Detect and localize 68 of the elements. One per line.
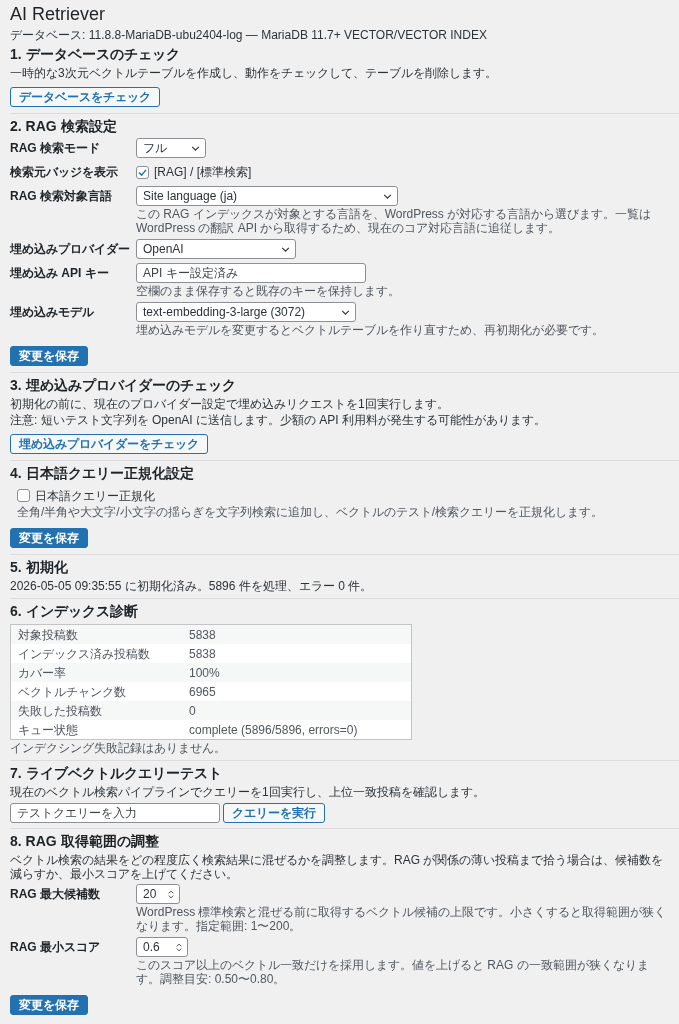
table-cell-text: ベクトルチャンク数 bbox=[17, 684, 127, 699]
spinner-icon[interactable] bbox=[168, 889, 174, 899]
save-button[interactable]: 変更を保存 bbox=[10, 528, 88, 548]
checkmark-icon bbox=[138, 168, 147, 176]
caret-icon bbox=[383, 193, 392, 199]
check-button[interactable]: 埋め込みプロバイダーをチェック bbox=[10, 434, 208, 454]
check-button[interactable]: データベースをチェック bbox=[10, 87, 160, 107]
checkbox-label[interactable]: [RAG] / [標準検索] bbox=[154, 165, 252, 179]
caret-icon bbox=[281, 246, 290, 252]
field-label: RAG 検索モード bbox=[10, 140, 101, 155]
checkbox[interactable] bbox=[136, 165, 149, 179]
section-heading: 1. データベースのチェック bbox=[10, 46, 181, 63]
section-description: 現在のベクトル検索パイプラインでクエリーを1回実行し、上位一致投稿を確認します。 bbox=[10, 785, 486, 799]
table-cell-text: 5838 bbox=[188, 646, 217, 661]
field-label: 検索元バッジを表示 bbox=[10, 164, 119, 179]
table-cell-text: 対象投稿数 bbox=[17, 627, 79, 642]
help-text: このスコア以上のベクトル一致だけを採用します。値を上げると RAG の一致範囲が狭くなります。調整目安: 0.50〜0.80。 bbox=[136, 958, 650, 986]
save-button[interactable]: 変更を保存 bbox=[10, 346, 88, 366]
field-label: 埋め込み API キー bbox=[10, 265, 110, 280]
select-field[interactable]: Site language (ja) bbox=[136, 186, 398, 206]
table-cell-text: 100% bbox=[188, 665, 221, 680]
table-cell-text: complete (5896/5896, errors=0) bbox=[188, 722, 359, 737]
table-cell-text: インデックス済み投稿数 bbox=[17, 646, 151, 661]
caret-icon bbox=[341, 309, 350, 315]
table-cell-text: 6965 bbox=[188, 684, 217, 699]
table-cell-text: キュー状態 bbox=[17, 722, 79, 737]
run-query-button[interactable]: クエリーを実行 bbox=[223, 803, 325, 823]
section-description: 初期化の前に、現在のプロバイダー設定で埋め込みリクエストを1回実行します。 bbox=[10, 397, 450, 411]
section-description: ベクトル検索の結果をどの程度広く検索結果に混ぜるかを調整します。RAG が関係の薄い投稿まで拾う場合は、候補数を減らすか、最小スコアを上げてください。 bbox=[10, 853, 665, 881]
help-text: 埋め込みモデルを変更するとベクトルテーブルを作り直すため、再初期化が必要です。 bbox=[136, 323, 604, 337]
query-field[interactable]: テストクエリーを入力 bbox=[10, 803, 220, 823]
section-description: 注意: 短いテスト文字列を OpenAI に送信します。少額の API 利用料が発生する可能性があります。 bbox=[10, 413, 548, 427]
page-title: AI Retriever bbox=[10, 4, 107, 25]
section-heading: 8. RAG 取得範囲の調整 bbox=[10, 833, 160, 850]
section-heading: 3. 埋め込みプロバイダーのチェック bbox=[10, 377, 237, 394]
help-text: この RAG インデックスが対象とする言語を、WordPress が対応する言語から選びます。一覧は WordPress の翻訳 API から取得するため、現在のコア対応言語に追従します。 bbox=[136, 207, 653, 235]
database-info: データベース: 11.8.8-MariaDB-ubu2404-log — MariaDB 11.7+ VECTOR/VECTOR INDEX bbox=[10, 28, 488, 42]
section-description: 2026-05-05 09:35:55 に初期化済み。5896 件を処理、エラー 0 件。 bbox=[10, 579, 374, 593]
section-heading: 6. インデックス診断 bbox=[10, 603, 139, 620]
caret-icon bbox=[191, 145, 200, 151]
help-text: 全角/半角や大文字/小文字の揺らぎを文字列検索に追加し、ベクトルのテスト/検索クエリーを正規化します。 bbox=[17, 505, 604, 519]
field-label: RAG 最小スコア bbox=[10, 939, 101, 954]
text-field[interactable]: API キー設定済み bbox=[136, 263, 366, 283]
table-cell-text: 失敗した投稿数 bbox=[17, 703, 103, 718]
spinner-icon[interactable] bbox=[176, 942, 182, 952]
section-heading: 7. ライブベクトルクエリーテスト bbox=[10, 765, 223, 782]
table-cell-text: カバー率 bbox=[17, 665, 67, 680]
help-text: WordPress 標準検索と混ぜる前に取得するベクトル候補の上限です。小さくすると取得範囲が狭くなります。指定範囲: 1〜200。 bbox=[136, 905, 668, 933]
checkbox-label[interactable]: 日本語クエリー正規化 bbox=[35, 488, 155, 503]
table-note: インデクシング失敗記録はありません。 bbox=[10, 741, 227, 755]
help-text: 空欄のまま保存すると既存のキーを保持します。 bbox=[136, 284, 400, 298]
table-cell-text: 0 bbox=[188, 703, 197, 718]
number-field[interactable]: 0.6 bbox=[136, 937, 188, 957]
field-label: RAG 検索対象言語 bbox=[10, 188, 113, 203]
checkbox[interactable] bbox=[17, 489, 30, 502]
field-label: 埋め込みモデル bbox=[10, 304, 95, 319]
field-label: 埋め込みプロバイダー bbox=[10, 241, 131, 256]
select-field[interactable]: text-embedding-3-large (3072) bbox=[136, 302, 356, 322]
section-heading: 4. 日本語クエリー正規化設定 bbox=[10, 465, 195, 482]
section-heading: 5. 初期化 bbox=[10, 559, 69, 576]
save-button[interactable]: 変更を保存 bbox=[10, 995, 88, 1015]
table-cell-text: 5838 bbox=[188, 627, 217, 642]
number-field[interactable]: 20 bbox=[136, 884, 180, 904]
select-field[interactable]: フル bbox=[136, 138, 206, 158]
section-description: 一時的な3次元ベクトルテーブルを作成し、動作をチェックして、テーブルを削除します。 bbox=[10, 66, 498, 80]
select-field[interactable]: OpenAI bbox=[136, 239, 296, 259]
field-label: RAG 最大候補数 bbox=[10, 886, 101, 901]
section-heading: 2. RAG 検索設定 bbox=[10, 118, 118, 135]
